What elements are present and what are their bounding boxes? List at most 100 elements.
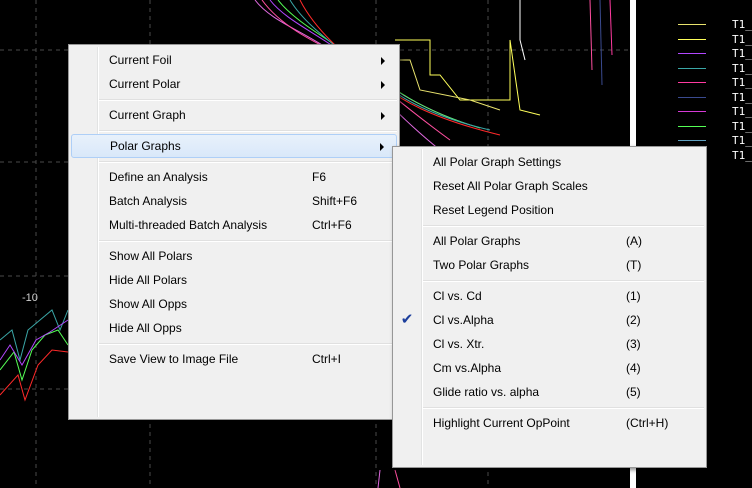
submenu-item-cm-vs-alpha[interactable]: Cm vs.Alpha (4): [393, 356, 706, 380]
menu-separator: [69, 158, 399, 165]
legend-swatch: [678, 53, 706, 54]
menu-separator: [393, 404, 706, 411]
menu-item-current-graph[interactable]: Current Graph: [69, 103, 399, 127]
menu-item-shortcut: Shift+F6: [312, 194, 358, 208]
legend-item: T1_: [636, 19, 752, 31]
menu-item-hide-all-polars[interactable]: Hide All Polars: [69, 268, 399, 292]
legend-item: T1_: [636, 48, 752, 60]
menu-item-label: Reset All Polar Graph Scales: [433, 179, 588, 193]
menu-item-label: Cl vs. Xtr.: [433, 337, 485, 351]
menu-item-label: Reset Legend Position: [433, 203, 554, 217]
menu-item-label: Two Polar Graphs: [433, 258, 530, 272]
menu-separator: [393, 277, 706, 284]
submenu-item-reset-legend-position[interactable]: Reset Legend Position: [393, 198, 706, 222]
menu-separator: [69, 237, 399, 244]
legend-swatch: [678, 82, 706, 83]
legend-swatch: [678, 111, 706, 112]
submenu-item-cl-vs-cd[interactable]: Cl vs. Cd (1): [393, 284, 706, 308]
submenu-item-cl-vs-alpha[interactable]: ✔ Cl vs.Alpha (2): [393, 308, 706, 332]
submenu-item-two-polar-graphs[interactable]: Two Polar Graphs (T): [393, 253, 706, 277]
menu-separator: [393, 222, 706, 229]
legend-swatch: [678, 125, 706, 127]
legend-label: T1_: [732, 105, 752, 118]
legend-swatch: [678, 140, 706, 141]
legend-label: T1_: [732, 32, 752, 46]
menu-item-label: Hide All Opps: [109, 321, 182, 335]
x-axis-tick-label: -10: [22, 292, 38, 304]
submenu-item-cl-vs-xtr[interactable]: Cl vs. Xtr. (3): [393, 332, 706, 356]
chevron-right-icon: [381, 112, 385, 120]
menu-item-shortcut: (2): [626, 313, 641, 327]
menu-item-label: Current Foil: [109, 53, 172, 67]
menu-item-multi-threaded-batch-analysis[interactable]: Multi-threaded Batch Analysis Ctrl+F6: [69, 213, 399, 237]
legend-swatch: [678, 96, 706, 98]
submenu-item-reset-all-polar-graph-scales[interactable]: Reset All Polar Graph Scales: [393, 174, 706, 198]
menu-item-label: Current Graph: [109, 108, 186, 122]
menu-item-label: All Polar Graphs: [433, 234, 521, 248]
legend-label: T1_: [732, 47, 752, 60]
submenu-item-all-polar-graphs[interactable]: All Polar Graphs (A): [393, 229, 706, 253]
submenu-item-highlight-current-oppoint[interactable]: Highlight Current OpPoint (Ctrl+H): [393, 411, 706, 435]
menu-item-label: Multi-threaded Batch Analysis: [109, 218, 268, 232]
chevron-right-icon: [381, 57, 385, 65]
menu-item-save-view-to-image-file[interactable]: Save View to Image File Ctrl+I: [69, 347, 399, 371]
menu-item-hide-all-opps[interactable]: Hide All Opps: [69, 316, 399, 340]
legend-item: T1_: [636, 119, 752, 133]
chevron-right-icon: [381, 81, 385, 89]
legend-item: T1_: [636, 61, 752, 75]
menu-item-label: Batch Analysis: [109, 194, 188, 208]
legend-swatch: [678, 24, 706, 25]
menu-separator: [69, 127, 399, 134]
legend-swatch: [678, 38, 706, 40]
menu-item-shortcut: Ctrl+I: [312, 352, 342, 366]
menu-item-label: Cl vs.Alpha: [433, 313, 494, 327]
legend-label: T1_: [732, 134, 752, 147]
menu-item-label: Cm vs.Alpha: [433, 361, 502, 375]
menu-item-label: Glide ratio vs. alpha: [433, 385, 540, 399]
legend-item: T1_: [636, 90, 752, 104]
menu-item-label: Define an Analysis: [109, 170, 208, 184]
polar-graphs-submenu: All Polar Graph Settings Reset All Polar …: [392, 146, 707, 468]
check-icon: ✔: [400, 311, 414, 328]
menu-separator: [69, 340, 399, 347]
menu-item-shortcut: (A): [626, 234, 642, 248]
legend-item: T1_: [636, 77, 752, 89]
legend-label: T1_: [732, 148, 752, 162]
legend-label: T1_: [732, 90, 752, 104]
menu-item-show-all-polars[interactable]: Show All Polars: [69, 244, 399, 268]
submenu-item-all-polar-graph-settings[interactable]: All Polar Graph Settings: [393, 150, 706, 174]
menu-item-shortcut: (Ctrl+H): [626, 416, 669, 430]
menu-item-label: Polar Graphs: [110, 139, 181, 153]
chevron-right-icon: [380, 143, 384, 151]
menu-item-shortcut: (4): [626, 361, 641, 375]
submenu-item-glide-ratio-vs-alpha[interactable]: Glide ratio vs. alpha (5): [393, 380, 706, 404]
menu-item-shortcut: (1): [626, 289, 641, 303]
menu-item-current-foil[interactable]: Current Foil: [69, 48, 399, 72]
menu-item-shortcut: (T): [626, 258, 642, 272]
legend-label: T1_: [732, 18, 752, 31]
legend-swatch: [678, 67, 706, 69]
menu-separator: [69, 96, 399, 103]
menu-item-label: Save View to Image File: [109, 352, 239, 366]
menu-item-shortcut: (5): [626, 385, 641, 399]
context-menu: Current Foil Current Polar Current Graph Po…: [68, 44, 400, 420]
menu-item-show-all-opps[interactable]: Show All Opps: [69, 292, 399, 316]
menu-item-label: Hide All Polars: [109, 273, 188, 287]
legend-label: T1_: [732, 119, 752, 133]
menu-item-shortcut: (3): [626, 337, 641, 351]
menu-item-batch-analysis[interactable]: Batch Analysis Shift+F6: [69, 189, 399, 213]
menu-item-label: All Polar Graph Settings: [433, 155, 562, 169]
legend-item: T1_: [636, 106, 752, 118]
menu-item-label: Show All Opps: [109, 297, 188, 311]
menu-item-shortcut: F6: [312, 170, 327, 184]
menu-item-shortcut: Ctrl+F6: [312, 218, 352, 232]
menu-item-label: Current Polar: [109, 77, 181, 91]
menu-item-current-polar[interactable]: Current Polar: [69, 72, 399, 96]
legend-item: T1_: [636, 32, 752, 46]
menu-item-label: Cl vs. Cd: [433, 289, 482, 303]
legend-label: T1_: [732, 61, 752, 75]
legend-label: T1_: [732, 76, 752, 89]
menu-item-label: Show All Polars: [109, 249, 193, 263]
menu-item-polar-graphs[interactable]: Polar Graphs: [71, 134, 397, 158]
menu-item-define-an-analysis[interactable]: Define an Analysis F6: [69, 165, 399, 189]
